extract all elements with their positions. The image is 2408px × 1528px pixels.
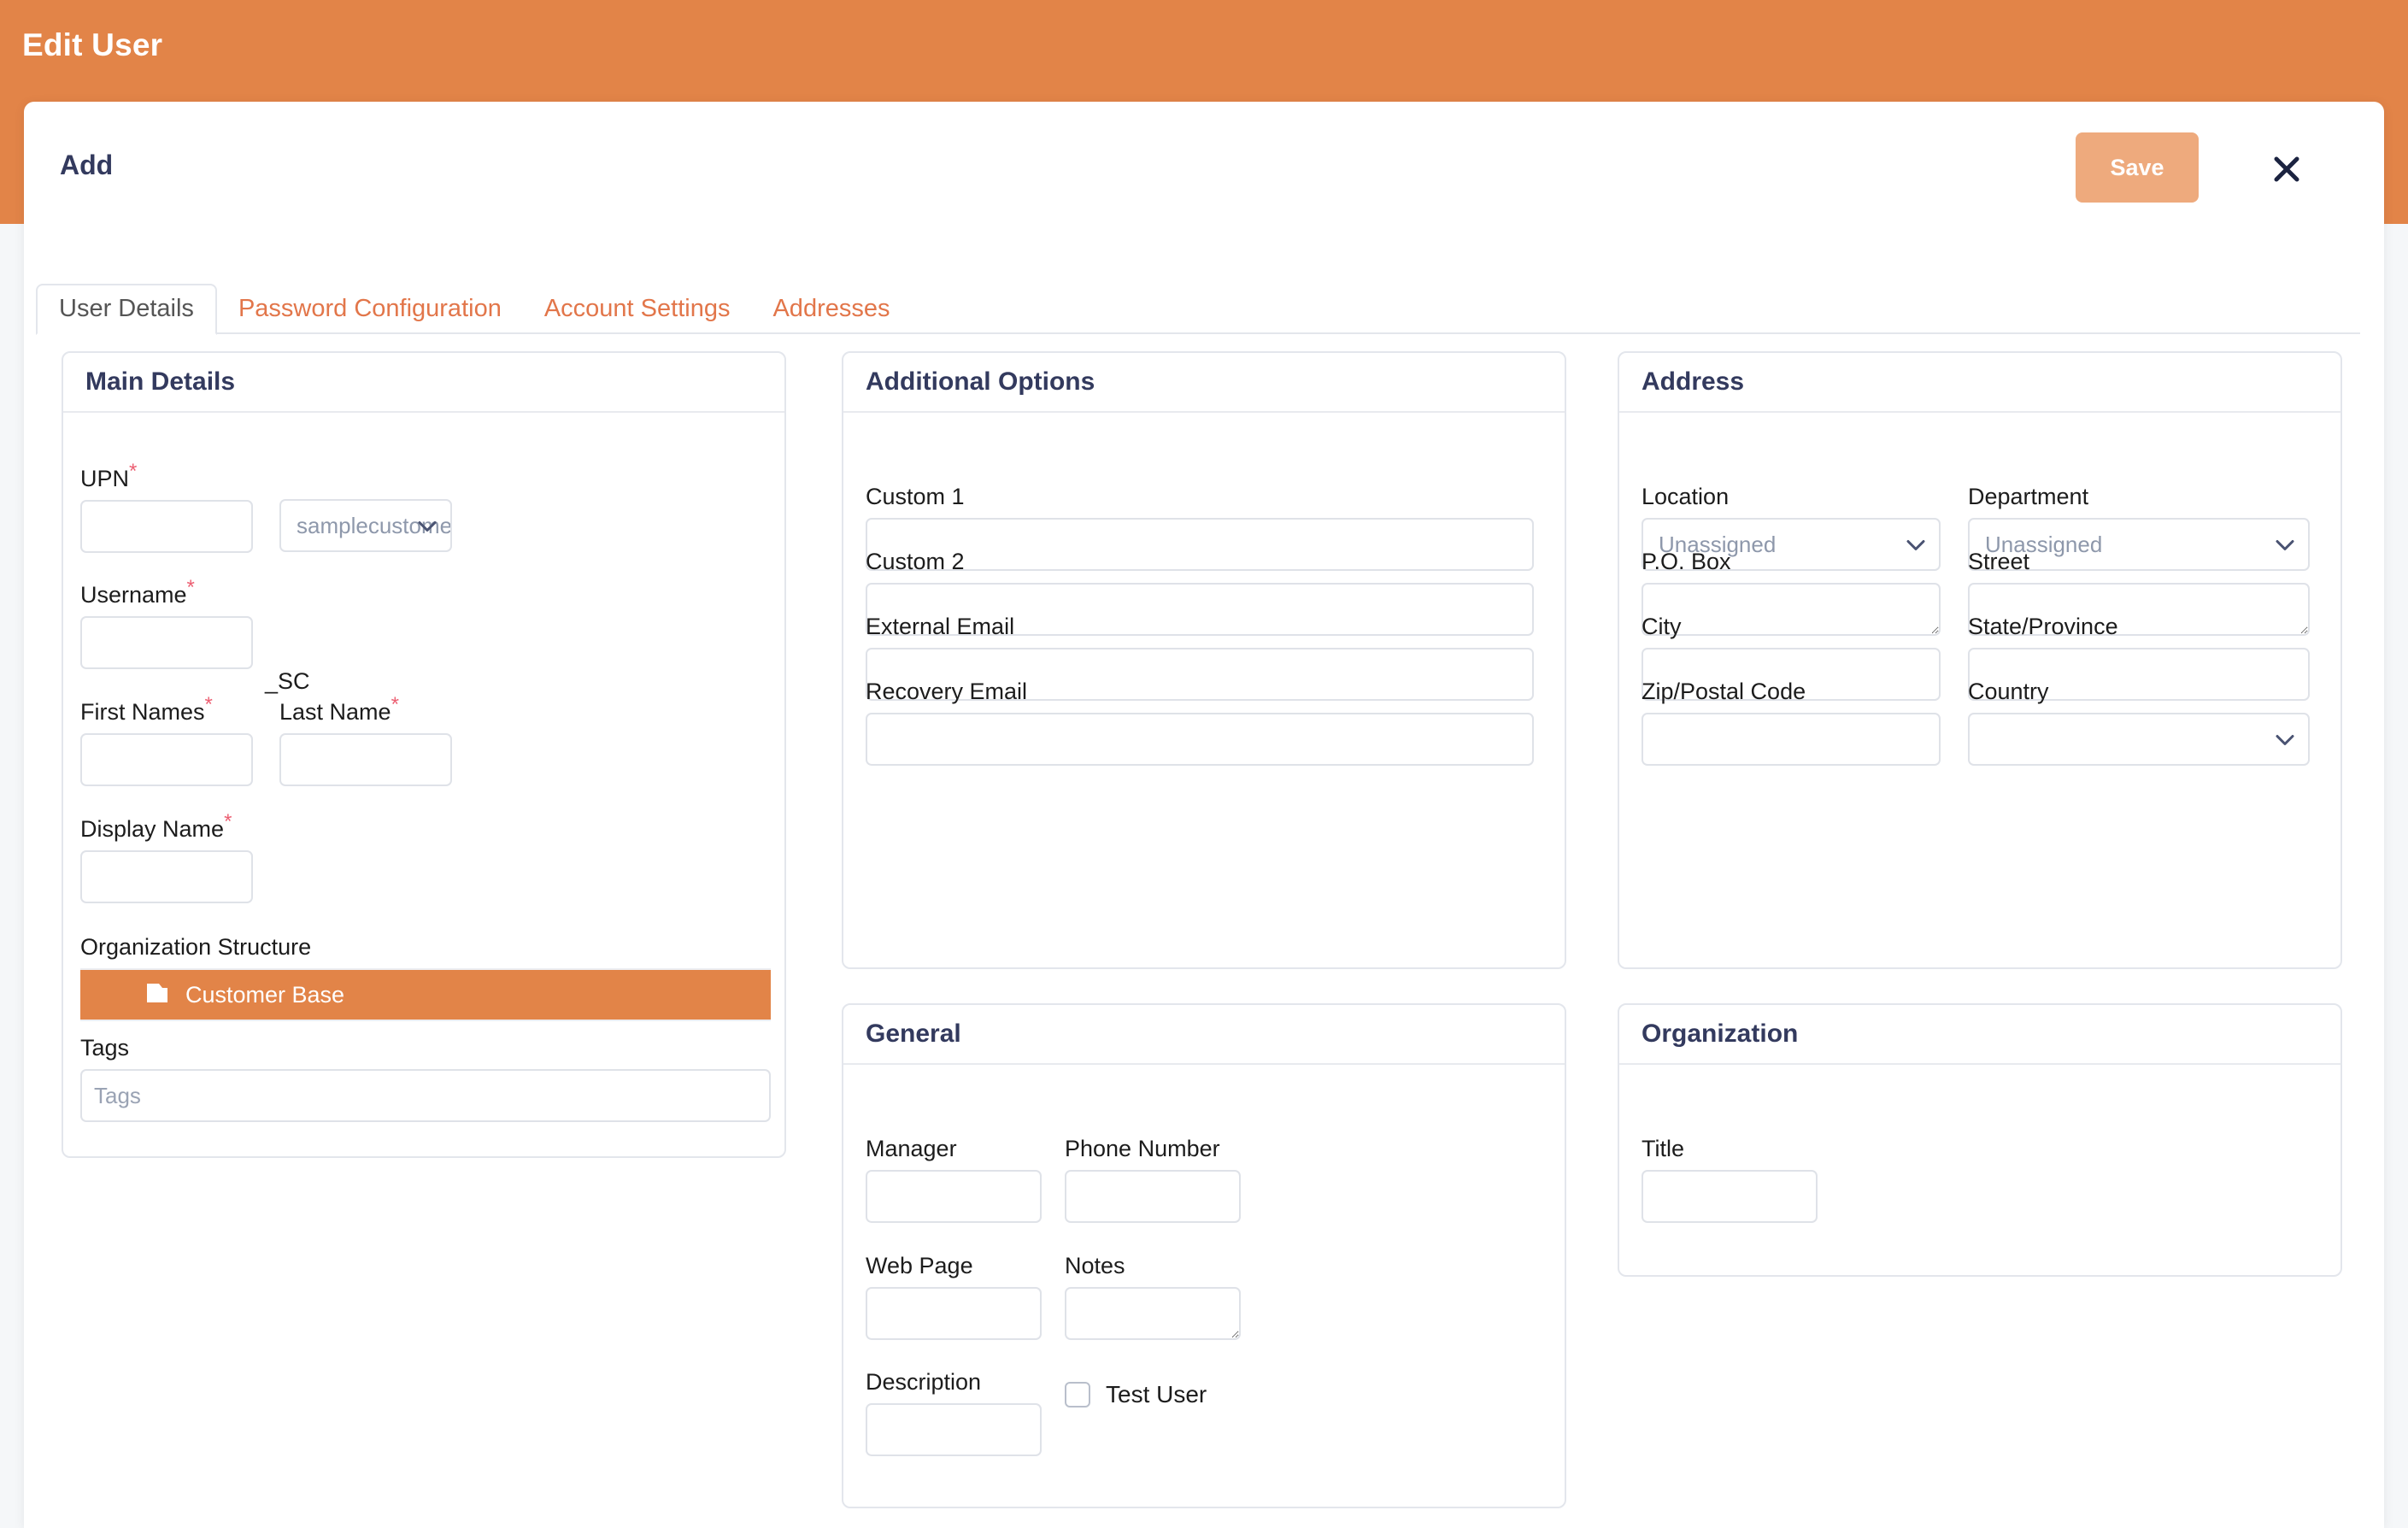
label-last-name: Last Name* bbox=[279, 693, 399, 725]
panel-organization: Organization Title bbox=[1618, 1003, 2342, 1277]
panel-general-header: General bbox=[843, 1005, 1565, 1065]
field-first-names: First Names* bbox=[80, 693, 253, 786]
field-description: Description bbox=[866, 1371, 1042, 1456]
label-state-province: State/Province bbox=[1968, 614, 2118, 639]
chevron-down-icon bbox=[2276, 726, 2294, 753]
label-custom-2: Custom 2 bbox=[866, 549, 965, 574]
label-description: Description bbox=[866, 1369, 982, 1395]
description-input[interactable] bbox=[866, 1403, 1042, 1456]
field-manager: Manager bbox=[866, 1137, 1042, 1223]
field-upn: UPN* bbox=[80, 460, 253, 553]
title-input[interactable] bbox=[1642, 1170, 1818, 1223]
org-tree-node-label: Customer Base bbox=[185, 981, 345, 1008]
tab-account-settings[interactable]: Account Settings bbox=[523, 285, 752, 333]
label-title: Title bbox=[1642, 1136, 1685, 1161]
display-name-input[interactable] bbox=[80, 850, 253, 903]
label-web-page: Web Page bbox=[866, 1253, 973, 1278]
field-notes: Notes bbox=[1065, 1255, 1241, 1340]
web-page-input[interactable] bbox=[866, 1287, 1042, 1340]
field-recovery-email: Recovery Email bbox=[866, 680, 1534, 766]
panel-additional-options-header: Additional Options bbox=[843, 353, 1565, 413]
panel-additional-options-title: Additional Options bbox=[866, 367, 1095, 396]
tab-addresses[interactable]: Addresses bbox=[751, 285, 911, 333]
required-marker-username: * bbox=[186, 576, 195, 599]
panel-main-details-header: Main Details bbox=[63, 353, 784, 413]
label-po-box: P.O. Box bbox=[1642, 549, 1731, 574]
domain-select[interactable]: samplecustomer.c… bbox=[279, 499, 452, 552]
manager-input[interactable] bbox=[866, 1170, 1042, 1223]
chevron-down-icon bbox=[418, 513, 437, 539]
required-marker-last-name: * bbox=[391, 693, 399, 716]
close-icon[interactable] bbox=[2268, 150, 2305, 188]
app-title: Edit User bbox=[22, 27, 163, 62]
panel-main-details-title: Main Details bbox=[85, 367, 236, 396]
field-zip-postal-code: Zip/Postal Code bbox=[1642, 680, 1941, 766]
label-custom-1: Custom 1 bbox=[866, 484, 965, 509]
label-display-name: Display Name* bbox=[80, 810, 232, 842]
panel-main-details: Main Details UPN* samplecustomer.c… User… bbox=[62, 351, 786, 1158]
tags-input[interactable] bbox=[80, 1069, 771, 1122]
country-select[interactable] bbox=[1968, 713, 2310, 766]
panel-general: General Manager Phone Number Web Page No… bbox=[842, 1003, 1566, 1508]
field-organization-structure: Organization Structure Customer Base bbox=[80, 936, 771, 1021]
field-domain: samplecustomer.c… bbox=[279, 499, 452, 552]
field-phone-number: Phone Number bbox=[1065, 1137, 1241, 1223]
label-upn: UPN* bbox=[80, 460, 138, 491]
tab-user-details[interactable]: User Details bbox=[36, 284, 217, 335]
username-input[interactable] bbox=[80, 616, 253, 669]
panel-address: Address Location Unassigned Department U… bbox=[1618, 351, 2342, 969]
notes-textarea[interactable] bbox=[1065, 1287, 1241, 1340]
field-title: Title bbox=[1642, 1137, 1818, 1223]
modal-title: Add bbox=[60, 150, 114, 180]
label-username: Username* bbox=[80, 576, 195, 608]
field-username: Username* bbox=[80, 576, 253, 669]
label-phone-number: Phone Number bbox=[1065, 1136, 1220, 1161]
label-city: City bbox=[1642, 614, 1682, 639]
label-first-names: First Names* bbox=[80, 693, 213, 725]
phone-number-input[interactable] bbox=[1065, 1170, 1241, 1223]
sc-label: _SC bbox=[265, 668, 310, 694]
test-user-label: Test User bbox=[1106, 1381, 1207, 1408]
panel-general-title: General bbox=[866, 1020, 961, 1048]
field-test-user: Test User bbox=[1065, 1381, 1207, 1408]
label-recovery-email: Recovery Email bbox=[866, 679, 1028, 704]
field-last-name: Last Name* bbox=[279, 693, 452, 786]
test-user-checkbox[interactable] bbox=[1065, 1382, 1090, 1408]
field-country: Country bbox=[1968, 680, 2310, 766]
field-display-name: Display Name* bbox=[80, 810, 253, 903]
label-manager: Manager bbox=[866, 1136, 957, 1161]
label-street: Street bbox=[1968, 549, 2030, 574]
label-external-email: External Email bbox=[866, 614, 1015, 639]
panel-additional-options: Additional Options Custom 1 Custom 2 Ext… bbox=[842, 351, 1566, 969]
upn-input[interactable] bbox=[80, 500, 253, 553]
save-button[interactable]: Save bbox=[2076, 132, 2199, 203]
org-tree-node-customer-base[interactable]: Customer Base bbox=[80, 970, 771, 1020]
required-marker-display-name: * bbox=[224, 810, 232, 833]
required-marker-upn: * bbox=[129, 460, 138, 483]
label-organization-structure: Organization Structure bbox=[80, 934, 312, 960]
required-marker-first-names: * bbox=[204, 693, 213, 716]
zip-postal-code-input[interactable] bbox=[1642, 713, 1941, 766]
label-zip-postal-code: Zip/Postal Code bbox=[1642, 679, 1806, 704]
folder-icon bbox=[145, 982, 169, 1008]
tab-password-configuration[interactable]: Password Configuration bbox=[217, 285, 523, 333]
field-web-page: Web Page bbox=[866, 1255, 1042, 1340]
first-names-input[interactable] bbox=[80, 733, 253, 786]
label-location: Location bbox=[1642, 484, 1730, 509]
modal-header: Add bbox=[24, 102, 2384, 222]
recovery-email-input[interactable] bbox=[866, 713, 1534, 766]
panel-organization-header: Organization bbox=[1619, 1005, 2340, 1065]
tab-bar: User Details Password Configuration Acco… bbox=[36, 279, 2360, 335]
panel-address-title: Address bbox=[1642, 367, 1745, 396]
label-department: Department bbox=[1968, 484, 2089, 509]
organization-structure-tree: Customer Base bbox=[80, 968, 771, 1021]
panel-address-header: Address bbox=[1619, 353, 2340, 413]
label-notes: Notes bbox=[1065, 1253, 1125, 1278]
label-country: Country bbox=[1968, 679, 2049, 704]
field-tags: Tags bbox=[80, 1037, 771, 1122]
label-tags: Tags bbox=[80, 1035, 130, 1061]
panel-organization-title: Organization bbox=[1642, 1020, 1799, 1048]
last-name-input[interactable] bbox=[279, 733, 452, 786]
